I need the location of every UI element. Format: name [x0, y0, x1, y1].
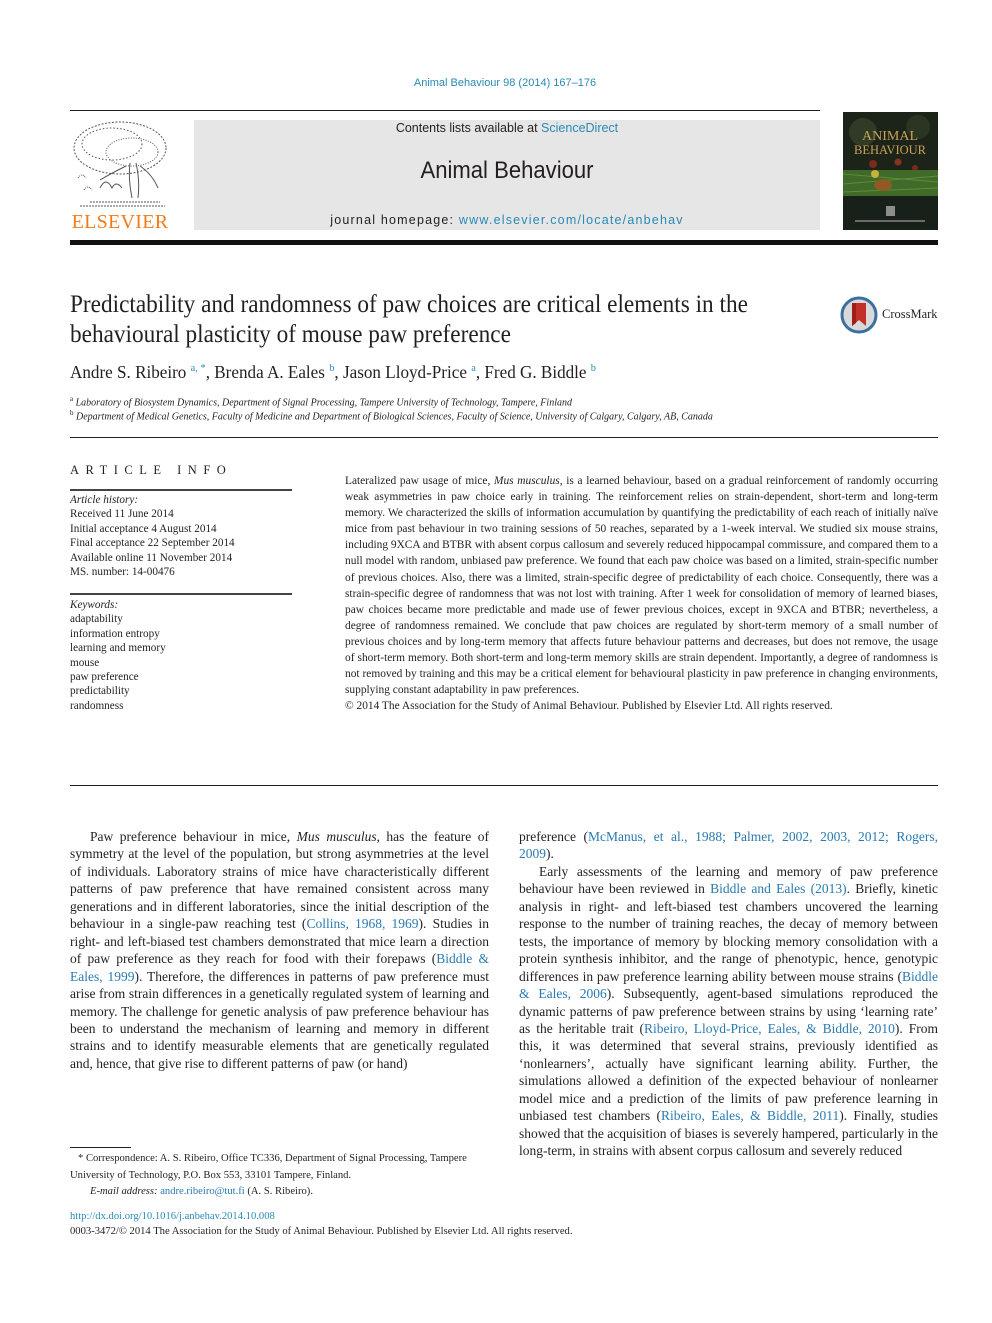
author-separator: , — [475, 362, 485, 382]
affiliation-marker: a — [70, 395, 74, 403]
issn-copyright: 0003-3472/© 2014 The Association for the… — [70, 1226, 573, 1237]
cover-title-line2: BEHAVIOUR — [854, 143, 927, 157]
email-link[interactable]: andre.ribeiro@tut.fi — [160, 1186, 244, 1197]
body-text: Paw preference behaviour in mice, — [90, 829, 297, 844]
elsevier-logo[interactable]: ELSEVIER — [70, 118, 170, 233]
abstract-text: , is a learned behaviour, based on a gra… — [345, 475, 938, 697]
journal-title: Animal Behaviour — [420, 157, 594, 184]
history-item: Initial acceptance 4 August 2014 — [70, 522, 217, 535]
history-item: MS. number: 14-00476 — [70, 566, 175, 579]
affiliation-b: b Department of Medical Genetics, Facult… — [70, 409, 930, 422]
keyword: randomness — [70, 699, 124, 712]
affiliation-a: a Laboratory of Biosystem Dynamics, Depa… — [70, 395, 930, 408]
abstract-species: Mus musculus — [494, 475, 560, 487]
email-suffix: (A. S. Ribeiro). — [244, 1186, 313, 1197]
homepage-prefix: journal homepage: — [330, 213, 459, 227]
author-name[interactable]: Brenda A. Eales — [214, 362, 325, 382]
abstract-text: Lateralized paw usage of mice, — [345, 475, 494, 487]
citation-link[interactable]: Ribeiro, Eales, & Biddle, 2011 — [661, 1108, 839, 1123]
footnote-rule — [70, 1147, 131, 1148]
contents-availability: Contents lists available at ScienceDirec… — [194, 121, 820, 135]
sciencedirect-link[interactable]: ScienceDirect — [541, 121, 618, 135]
correspondence-text: * Correspondence: A. S. Ribeiro, Office … — [70, 1153, 467, 1181]
article-info-heading: ARTICLE INFO — [70, 463, 233, 477]
author-affiliation-marker[interactable]: a, * — [191, 362, 206, 374]
keyword: paw preference — [70, 671, 139, 684]
affiliation-text: Laboratory of Biosystem Dynamics, Depart… — [75, 397, 572, 409]
email-label: E-mail address: — [90, 1186, 161, 1197]
elsevier-tree-icon — [73, 121, 167, 207]
affiliation-marker: b — [70, 409, 74, 417]
body-paragraph: Paw preference behaviour in mice, Mus mu… — [70, 828, 489, 1072]
keywords: Keywords: adaptability information entro… — [70, 598, 295, 713]
citation-link[interactable]: Biddle and Eales (2013) — [710, 881, 846, 896]
journal-cover-image[interactable]: ANIMAL BEHAVIOUR — [843, 112, 938, 230]
elsevier-wordmark: ELSEVIER — [71, 211, 169, 233]
homepage-link[interactable]: www.elsevier.com/locate/anbehav — [459, 213, 684, 227]
article-title: Predictability and randomness of paw cho… — [70, 291, 748, 348]
abstract-rule — [70, 785, 938, 786]
keywords-label: Keywords: — [70, 599, 119, 611]
author-name[interactable]: Fred G. Biddle — [484, 362, 586, 382]
body-text: ). — [546, 846, 554, 862]
history-label: Article history: — [70, 494, 139, 506]
abstract: Lateralized paw usage of mice, Mus muscu… — [345, 473, 938, 714]
author-affiliation-marker[interactable]: b — [591, 362, 596, 374]
author-name[interactable]: Jason Lloyd-Price — [343, 362, 467, 382]
body-paragraph: preference (McManus, et al., 1988; Palme… — [519, 828, 938, 863]
keywords-rule — [70, 593, 292, 595]
email-line: E-mail address: andre.ribeiro@tut.fi (A.… — [70, 1184, 500, 1201]
journal-cover-art: ANIMAL BEHAVIOUR — [843, 112, 938, 230]
affiliation-text: Department of Medical Genetics, Faculty … — [76, 411, 713, 423]
citation-link[interactable]: Ribeiro, Lloyd-Price, Eales, & Biddle, 2… — [644, 1021, 895, 1036]
keyword: mouse — [70, 656, 100, 669]
cover-title-line1: ANIMAL — [862, 129, 918, 144]
keyword: learning and memory — [70, 642, 166, 655]
author-separator: , — [205, 362, 215, 382]
author-name[interactable]: Andre S. Ribeiro — [70, 362, 186, 382]
doi-link[interactable]: http://dx.doi.org/10.1016/j.anbehav.2014… — [70, 1211, 275, 1222]
article-info-rule — [70, 489, 292, 491]
body-column-right: preference (McManus, et al., 1988; Palme… — [519, 828, 938, 1160]
history-item: Final acceptance 22 September 2014 — [70, 537, 235, 550]
keyword: adaptability — [70, 613, 123, 626]
crossmark-button[interactable]: CrossMark — [840, 296, 940, 334]
title-block-rule — [70, 437, 938, 438]
body-column-left: Paw preference behaviour in mice, Mus mu… — [70, 828, 489, 1072]
article-history: Article history: Received 11 June 2014 I… — [70, 493, 295, 579]
journal-reference-link[interactable]: Animal Behaviour 98 (2014) 167–176 — [0, 77, 992, 89]
species-name: Mus musculus — [296, 829, 377, 844]
citation-link[interactable]: Collins, 1968, 1969 — [306, 916, 418, 931]
history-item: Available online 11 November 2014 — [70, 551, 233, 564]
crossmark-icon — [840, 296, 878, 334]
body-text: . Briefly, kinetic analysis in right- an… — [519, 881, 938, 984]
body-paragraph: Early assessments of the learning and me… — [519, 863, 938, 1160]
masthead-top-rule — [70, 110, 820, 111]
crossmark-label: CrossMark — [882, 307, 938, 321]
journal-homepage: journal homepage: www.elsevier.com/locat… — [194, 213, 820, 227]
masthead-bottom-rule — [70, 240, 938, 245]
contents-prefix: Contents lists available at — [395, 121, 542, 135]
history-item: Received 11 June 2014 — [70, 508, 174, 521]
body-text: preference ( — [519, 829, 589, 844]
abstract-copyright: © 2014 The Association for the Study of … — [345, 700, 833, 713]
keyword: predictability — [70, 685, 130, 698]
keyword: information entropy — [70, 627, 160, 640]
correspondence-footnote: * Correspondence: A. S. Ribeiro, Office … — [70, 1151, 500, 1201]
author-list: Andre S. Ribeiro a, *, Brenda A. Eales b… — [70, 362, 868, 383]
